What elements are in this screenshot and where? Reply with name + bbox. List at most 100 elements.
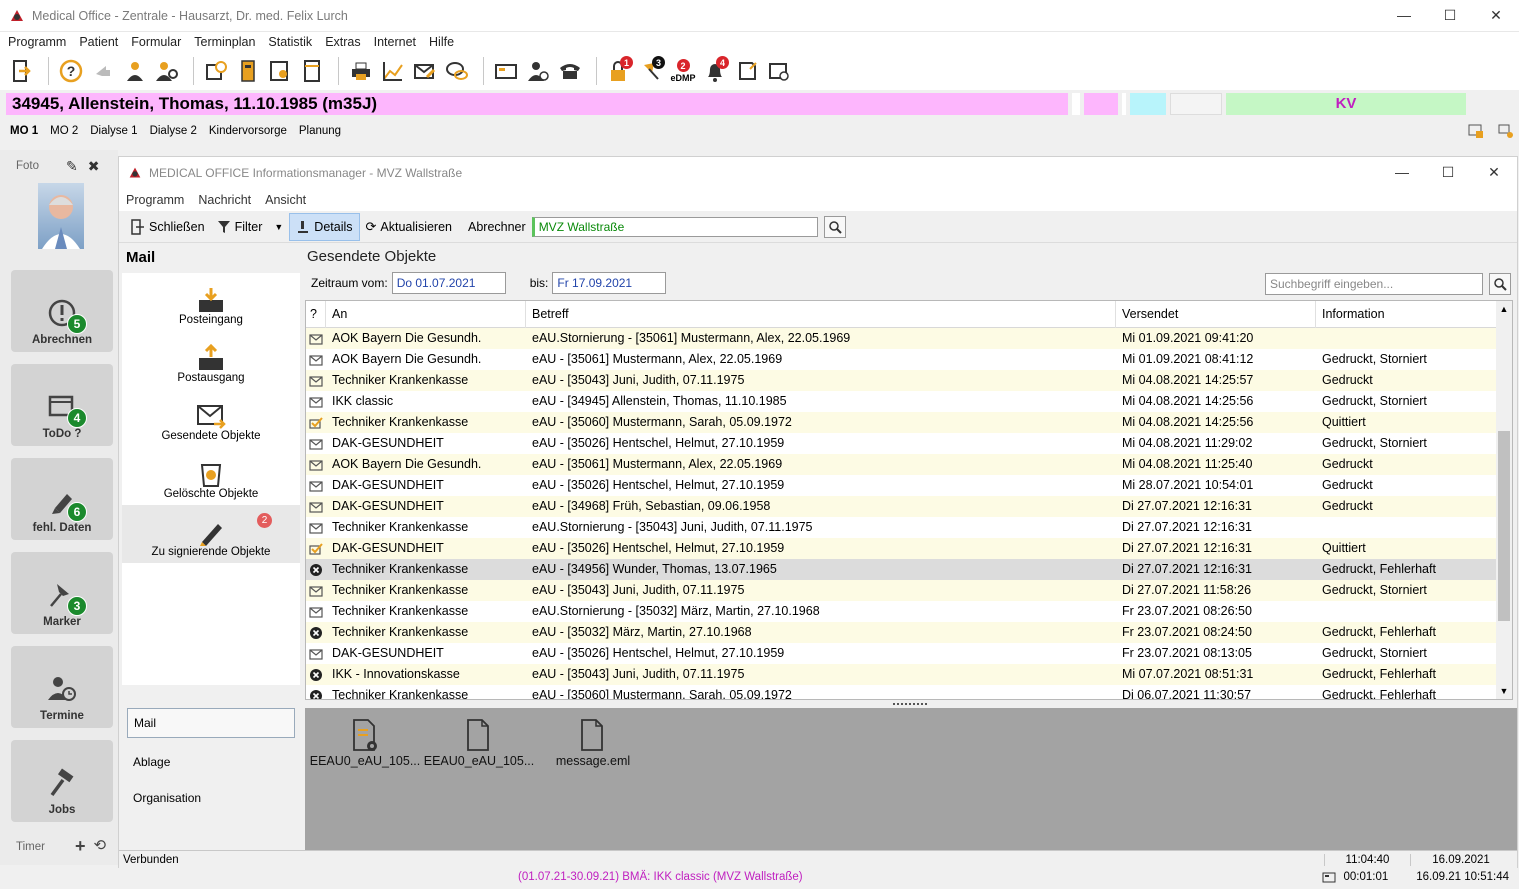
menu-terminplan[interactable]: Terminplan [194,35,255,49]
note-icon[interactable] [733,56,761,86]
folder-zu-signierende-objekte[interactable]: Zu signierende Objekte 2 [122,505,300,563]
table-row[interactable]: DAK-GESUNDHEIT eAU - [35026] Hentschel, H… [306,433,1512,454]
folder-postausgang[interactable]: Postausgang [122,331,300,389]
inner-menu-ansicht[interactable]: Ansicht [265,193,306,207]
aktualisieren-button[interactable]: ⟳ Aktualisieren [360,213,458,241]
table-row[interactable]: Techniker Krankenkasse eAU - [35060] Must… [306,412,1512,433]
exit-icon[interactable] [8,56,36,86]
section-organisation[interactable]: Organisation [122,780,300,816]
history-icon[interactable]: ⟲ [93,836,106,857]
table-row[interactable]: DAK-GESUNDHEIT eAU - [35026] Hentschel, H… [306,538,1512,559]
tab-planung[interactable]: Planung [299,125,341,137]
inner-maximize-button[interactable]: ☐ [1425,157,1471,187]
tab-mo1[interactable]: MO 1 [10,125,38,137]
tile-fehl-daten[interactable]: 6 fehl. Daten [11,458,113,540]
tile-jobs[interactable]: Jobs [11,740,113,822]
menu-programm[interactable]: Programm [8,35,66,49]
col-information[interactable]: Information [1316,301,1496,328]
edit-icon[interactable]: ✎ [66,158,78,175]
register-icon[interactable] [492,56,520,86]
inner-minimize-button[interactable]: — [1379,157,1425,187]
tab-dialyse1[interactable]: Dialyse 1 [90,125,137,137]
menu-extras[interactable]: Extras [325,35,360,49]
attachment-item[interactable]: message.eml [533,718,653,768]
table-row[interactable]: Techniker Krankenkasse eAU - [35060] Must… [306,685,1512,699]
scroll-down-icon[interactable]: ▼ [1496,683,1512,699]
chat-icon[interactable] [443,56,471,86]
card-settings-icon[interactable] [765,56,793,86]
bell-alert-icon[interactable]: 4 [701,56,729,86]
inner-close-button[interactable]: ✕ [1471,157,1517,187]
pin-alert-icon[interactable]: 3 [637,56,665,86]
table-row[interactable]: Techniker Krankenkasse eAU.Stornierung - … [306,517,1512,538]
phone-icon[interactable] [556,56,584,86]
chevron-down-icon[interactable]: ▼ [274,222,283,232]
tile-termine[interactable]: Termine [11,646,113,728]
window-settings-icon[interactable] [1498,123,1514,139]
maximize-button[interactable]: ☐ [1427,0,1473,30]
table-scrollbar[interactable]: ▲ ▼ [1496,301,1512,699]
col-versendet[interactable]: Versendet [1116,301,1316,328]
help-icon[interactable]: ? [57,56,85,86]
patient-search-icon[interactable] [153,56,181,86]
card-reader-icon[interactable] [234,56,262,86]
filter-button[interactable]: Filter ▼ [211,213,290,241]
tile-marker[interactable]: 3 Marker [11,552,113,634]
table-row[interactable]: Techniker Krankenkasse eAU - [35043] Juni… [306,580,1512,601]
inner-menu-nachricht[interactable]: Nachricht [198,193,251,207]
window-list-icon[interactable] [1468,123,1484,139]
menu-statistik[interactable]: Statistik [268,35,312,49]
folder-posteingang[interactable]: Posteingang [122,273,300,331]
table-row[interactable]: Techniker Krankenkasse eAU - [34956] Wund… [306,559,1512,580]
abrechner-search-button[interactable] [823,215,846,238]
table-row[interactable]: IKK classic eAU - [34945] Allenstein, Tho… [306,391,1512,412]
table-row[interactable]: DAK-GESUNDHEIT eAU - [34968] Früh, Sebast… [306,496,1512,517]
table-row[interactable]: IKK - Innovationskasse eAU - [35043] Juni… [306,664,1512,685]
add-icon[interactable]: + [75,836,86,857]
table-row[interactable]: DAK-GESUNDHEIT eAU - [35026] Hentschel, H… [306,643,1512,664]
tile-abrechnen[interactable]: 5 Abrechnen [11,270,113,352]
schliessen-button[interactable]: Schließen [125,213,211,241]
tab-kindervorsorge[interactable]: Kindervorsorge [209,125,287,137]
table-row[interactable]: Techniker Krankenkasse eAU.Stornierung - … [306,601,1512,622]
col-betreff[interactable]: Betreff [526,301,1116,328]
abrechner-field[interactable]: MVZ Wallstraße [531,216,818,237]
col-status[interactable]: ? [306,301,326,328]
user-clock-icon[interactable] [524,56,552,86]
splitter-handle[interactable] [893,703,927,706]
menu-patient[interactable]: Patient [79,35,118,49]
scroll-up-icon[interactable]: ▲ [1496,301,1512,317]
patient-icon[interactable] [121,56,149,86]
edmp-icon[interactable]: 2 eDMP [669,56,697,86]
attachment-item[interactable]: EEAU0_eAU_105... [419,718,539,768]
table-row[interactable]: DAK-GESUNDHEIT eAU - [35026] Hentschel, H… [306,475,1512,496]
tile-todo[interactable]: 4 ToDo ? [11,364,113,446]
date-to-input[interactable]: Fr 17.09.2021 [552,272,667,294]
menu-internet[interactable]: Internet [374,35,416,49]
section-ablage[interactable]: Ablage [122,744,300,780]
table-row[interactable]: Techniker Krankenkasse eAU - [35032] März… [306,622,1512,643]
scroll-thumb[interactable] [1498,431,1510,621]
section-mail[interactable]: Mail [127,708,295,738]
inner-menu-programm[interactable]: Programm [126,193,184,207]
mail-icon[interactable] [411,56,439,86]
search-input[interactable]: Suchbegriff eingeben... [1265,273,1483,295]
lab-icon[interactable] [266,56,294,86]
table-row[interactable]: AOK Bayern Die Gesundh. eAU - [35061] Mus… [306,454,1512,475]
table-row[interactable]: AOK Bayern Die Gesundh. eAU - [35061] Mus… [306,349,1512,370]
menu-formular[interactable]: Formular [131,35,181,49]
folder-gesendete-objekte[interactable]: Gesendete Objekte [122,389,300,447]
table-row[interactable]: Techniker Krankenkasse eAU - [35043] Juni… [306,370,1512,391]
attachment-item[interactable]: EEAU0_eAU_105... [305,718,425,768]
tab-dialyse2[interactable]: Dialyse 2 [150,125,197,137]
appointment-icon[interactable] [202,56,230,86]
menu-hilfe[interactable]: Hilfe [429,35,454,49]
patient-name[interactable]: 34945, Allenstein, Thomas, 11.10.1985 (m… [6,93,1068,115]
tab-mo2[interactable]: MO 2 [50,125,78,137]
close-button[interactable]: ✕ [1473,0,1519,30]
lock-alert-icon[interactable]: 1 [605,56,633,86]
details-button[interactable]: Details [289,212,360,241]
chart-icon[interactable] [379,56,407,86]
printer-icon[interactable] [347,56,375,86]
date-from-input[interactable]: Do 01.07.2021 [391,272,506,294]
